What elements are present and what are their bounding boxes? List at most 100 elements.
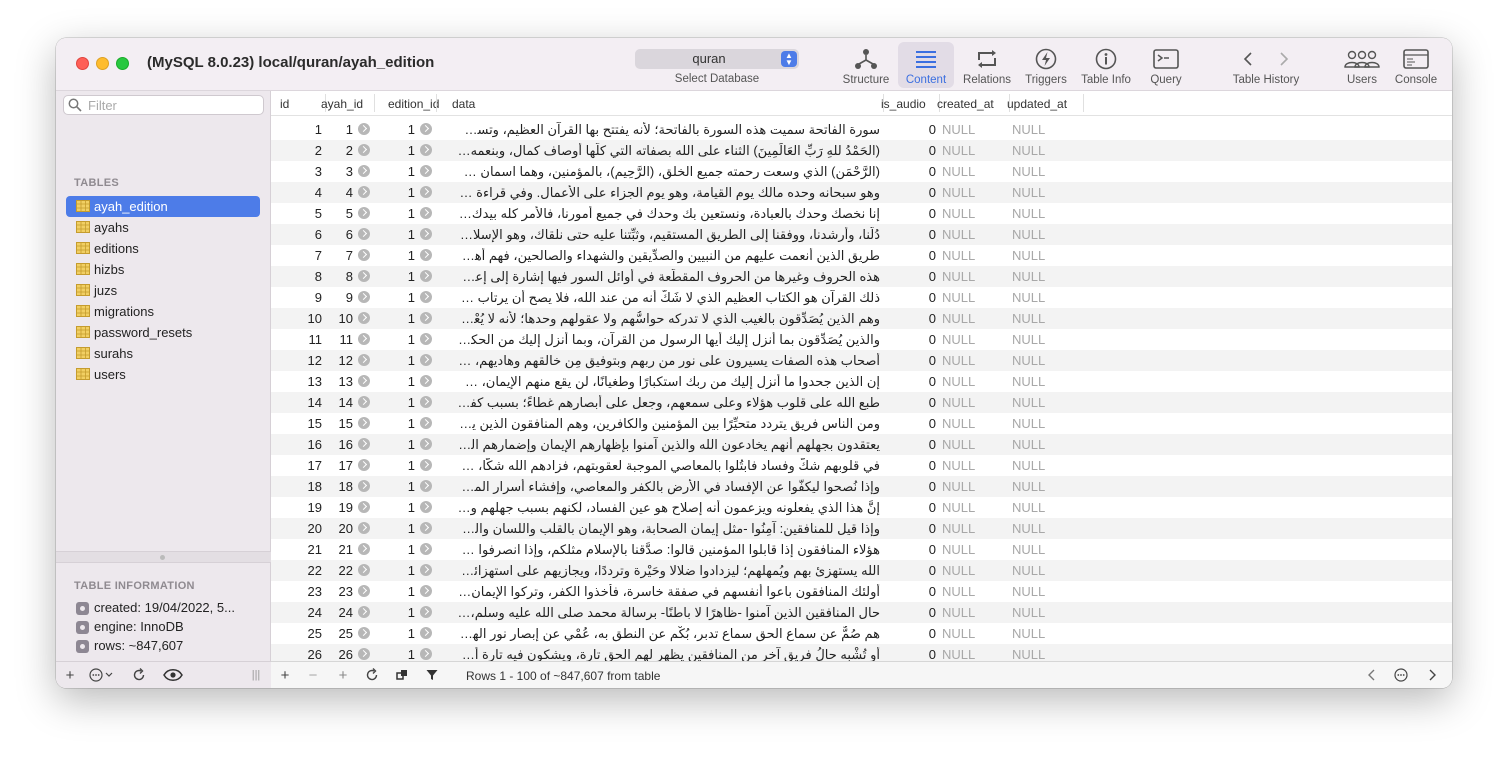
cell-created-at[interactable]: NULL bbox=[942, 269, 975, 284]
cell-id[interactable]: 16 bbox=[285, 437, 322, 452]
cell-created-at[interactable]: NULL bbox=[942, 416, 975, 431]
table-row[interactable]: 23 23 1 أولئك المنافقون باعوا أنفسهم في صفق… bbox=[271, 581, 1452, 602]
cell-data[interactable]: ذلك القرآن هو الكتاب العظيم الذي لا شَكَ… bbox=[457, 290, 880, 306]
cell-ayah-id[interactable]: 21 bbox=[326, 542, 353, 557]
sidebar-split-handle[interactable] bbox=[56, 551, 271, 563]
foreign-key-arrow-icon[interactable] bbox=[358, 207, 370, 219]
table-row[interactable]: 17 17 1 في قلوبهم شكٌّ وفساد فابتُلوا بالمع… bbox=[271, 455, 1452, 476]
cell-created-at[interactable]: NULL bbox=[942, 542, 975, 557]
sidebar-table-ayah-edition[interactable]: ayah_edition bbox=[66, 196, 260, 217]
cell-data[interactable]: أصحاب هذه الصفات يسيرون على نور من ربهم … bbox=[457, 353, 880, 369]
cell-data[interactable]: دُلَّنا، وأرشدنا، ووفقنا إلى الطريق المس… bbox=[457, 227, 880, 243]
cell-id[interactable]: 22 bbox=[285, 563, 322, 578]
cell-edition-id[interactable]: 1 bbox=[393, 248, 415, 263]
cell-is-audio[interactable]: 0 bbox=[886, 164, 936, 179]
table-row[interactable]: 8 8 1 هذه الحروف وغيرها من الحروف المقطَّعة… bbox=[271, 266, 1452, 287]
sidebar-table-juzs[interactable]: juzs bbox=[66, 280, 260, 301]
cell-updated-at[interactable]: NULL bbox=[1012, 164, 1045, 179]
cell-updated-at[interactable]: NULL bbox=[1012, 185, 1045, 200]
cell-id[interactable]: 19 bbox=[285, 500, 322, 515]
add-table-button[interactable]: + bbox=[62, 666, 78, 684]
column-header-created-at[interactable]: created_at bbox=[937, 97, 994, 111]
cell-edition-id[interactable]: 1 bbox=[393, 143, 415, 158]
delete-row-button[interactable]: − bbox=[305, 666, 321, 684]
foreign-key-arrow-icon[interactable] bbox=[420, 585, 432, 597]
cell-updated-at[interactable]: NULL bbox=[1012, 248, 1045, 263]
foreign-key-arrow-icon[interactable] bbox=[358, 333, 370, 345]
cell-ayah-id[interactable]: 11 bbox=[326, 332, 354, 347]
foreign-key-arrow-icon[interactable] bbox=[358, 480, 370, 492]
cell-created-at[interactable]: NULL bbox=[942, 395, 975, 410]
foreign-key-arrow-icon[interactable] bbox=[358, 522, 370, 534]
cell-created-at[interactable]: NULL bbox=[942, 332, 975, 347]
foreign-key-arrow-icon[interactable] bbox=[358, 648, 370, 660]
cell-edition-id[interactable]: 1 bbox=[393, 500, 415, 515]
cell-edition-id[interactable]: 1 bbox=[393, 584, 415, 599]
cell-ayah-id[interactable]: 3 bbox=[326, 164, 353, 179]
foreign-key-arrow-icon[interactable] bbox=[420, 291, 432, 303]
sidebar-table-editions[interactable]: editions bbox=[66, 238, 260, 259]
foreign-key-arrow-icon[interactable] bbox=[420, 564, 432, 576]
sidebar-table-migrations[interactable]: migrations bbox=[66, 301, 260, 322]
cell-created-at[interactable]: NULL bbox=[942, 164, 975, 179]
foreign-key-arrow-icon[interactable] bbox=[358, 459, 370, 471]
cell-ayah-id[interactable]: 25 bbox=[326, 626, 353, 641]
toggle-info-button[interactable] bbox=[162, 666, 184, 684]
cell-ayah-id[interactable]: 23 bbox=[326, 584, 353, 599]
foreign-key-arrow-icon[interactable] bbox=[358, 585, 370, 597]
foreign-key-arrow-icon[interactable] bbox=[420, 480, 432, 492]
cell-data[interactable]: هم صُمٌّ عن سماع الحق سماع تدبر، بُكْم ع… bbox=[457, 626, 880, 642]
cell-ayah-id[interactable]: 20 bbox=[326, 521, 353, 536]
cell-updated-at[interactable]: NULL bbox=[1012, 227, 1045, 242]
cell-edition-id[interactable]: 1 bbox=[393, 542, 415, 557]
cell-is-audio[interactable]: 0 bbox=[886, 563, 936, 578]
cell-updated-at[interactable]: NULL bbox=[1012, 143, 1045, 158]
cell-created-at[interactable]: NULL bbox=[942, 626, 975, 641]
table-row[interactable]: 10 10 1 وهم الذين يُصَدِّقون بالغيب الذي لا… bbox=[271, 308, 1452, 329]
cell-data[interactable]: يعتقدون بجهلهم أنهم يخادعون الله والذين … bbox=[457, 437, 880, 453]
cell-ayah-id[interactable]: 26 bbox=[326, 647, 353, 661]
cell-created-at[interactable]: NULL bbox=[942, 290, 975, 305]
foreign-key-arrow-icon[interactable] bbox=[420, 123, 432, 135]
table-row[interactable]: 25 25 1 هم صُمٌّ عن سماع الحق سماع تدبر، بُ… bbox=[271, 623, 1452, 644]
table-row[interactable]: 18 18 1 وإذا نُصحوا ليكفُّوا عن الإفساد في … bbox=[271, 476, 1452, 497]
foreign-key-arrow-icon[interactable] bbox=[358, 606, 370, 618]
cell-created-at[interactable]: NULL bbox=[942, 185, 975, 200]
cell-id[interactable]: 13 bbox=[285, 374, 322, 389]
foreign-key-arrow-icon[interactable] bbox=[420, 186, 432, 198]
cell-created-at[interactable]: NULL bbox=[942, 437, 975, 452]
cell-id[interactable]: 15 bbox=[285, 416, 322, 431]
table-row[interactable]: 15 15 1 ومن الناس فريق يتردد متحيِّرًا بين … bbox=[271, 413, 1452, 434]
close-window-button[interactable] bbox=[76, 57, 89, 70]
cell-data[interactable]: وإذا نُصحوا ليكفُّوا عن الإفساد في الأرض… bbox=[457, 479, 880, 495]
cell-ayah-id[interactable]: 9 bbox=[326, 290, 353, 305]
cell-ayah-id[interactable]: 10 bbox=[326, 311, 353, 326]
column-header-is-audio[interactable]: is_audio bbox=[881, 97, 926, 111]
triggers-button[interactable]: Triggers bbox=[1018, 42, 1074, 88]
table-row[interactable]: 1 1 1 سورة الفاتحة سميت هذه السورة بالفاتحة… bbox=[271, 119, 1452, 140]
table-row[interactable]: 24 24 1 حال المنافقين الذين آمنوا -ظاهرًا ل… bbox=[271, 602, 1452, 623]
cell-created-at[interactable]: NULL bbox=[942, 227, 975, 242]
cell-updated-at[interactable]: NULL bbox=[1012, 311, 1045, 326]
foreign-key-arrow-icon[interactable] bbox=[358, 375, 370, 387]
foreign-key-arrow-icon[interactable] bbox=[420, 459, 432, 471]
cell-updated-at[interactable]: NULL bbox=[1012, 626, 1045, 641]
cell-id[interactable]: 26 bbox=[285, 647, 322, 661]
cell-id[interactable]: 25 bbox=[285, 626, 322, 641]
structure-button[interactable]: Structure bbox=[838, 42, 894, 88]
sidebar-table-password-resets[interactable]: password_resets bbox=[66, 322, 260, 343]
next-page-button[interactable] bbox=[1425, 666, 1441, 684]
foreign-key-arrow-icon[interactable] bbox=[420, 207, 432, 219]
users-button[interactable]: Users bbox=[1336, 42, 1388, 88]
cell-is-audio[interactable]: 0 bbox=[886, 395, 936, 410]
foreign-key-arrow-icon[interactable] bbox=[358, 501, 370, 513]
foreign-key-arrow-icon[interactable] bbox=[420, 522, 432, 534]
column-resize-handle[interactable] bbox=[374, 94, 375, 112]
cell-ayah-id[interactable]: 14 bbox=[326, 395, 353, 410]
column-header-id[interactable]: id bbox=[280, 97, 289, 111]
column-header-updated-at[interactable]: updated_at bbox=[1007, 97, 1067, 111]
table-info-button[interactable]: Table Info bbox=[1076, 42, 1136, 88]
cell-ayah-id[interactable]: 1 bbox=[326, 122, 353, 137]
cell-data[interactable]: الله يستهزئ بهم ويُمهلهم؛ ليزدادوا ضلالا… bbox=[457, 563, 880, 579]
foreign-key-arrow-icon[interactable] bbox=[420, 165, 432, 177]
